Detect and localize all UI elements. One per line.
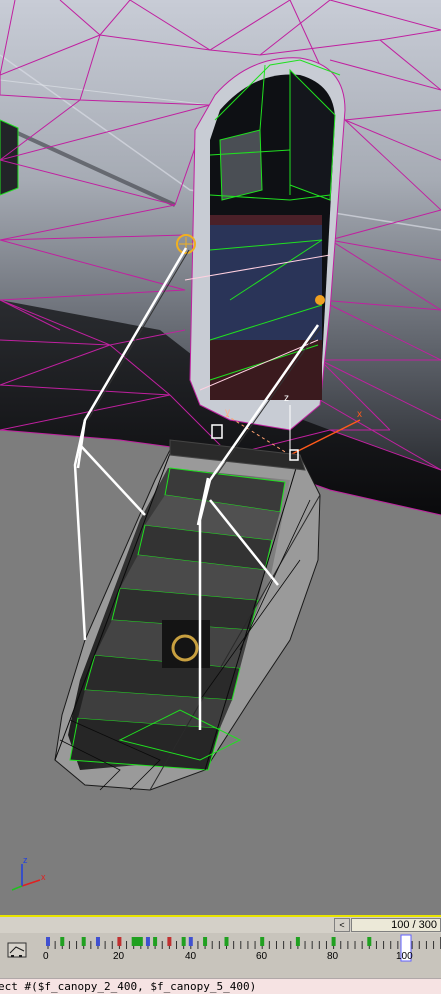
track-bar[interactable]: 0 20 40 60 80 100 [0, 933, 441, 978]
animation-key[interactable] [260, 937, 265, 946]
stairs-mesh[interactable] [54, 424, 321, 791]
door-opening [189, 57, 346, 431]
animation-key[interactable] [153, 937, 158, 946]
time-slider[interactable]: < 100 / 300 [0, 915, 441, 933]
animation-key[interactable] [224, 937, 229, 946]
animation-key[interactable] [167, 937, 172, 946]
gizmo-z-label: z [284, 393, 289, 404]
track-bar-ticks [47, 937, 441, 949]
maxscript-listener-text[interactable]: ect #($f_canopy_2_400, $f_canopy_5_400) [0, 980, 256, 993]
animation-key[interactable] [145, 937, 150, 946]
tripod-x-label: x [41, 872, 46, 882]
gizmo-x-label: x [357, 409, 362, 420]
tick-label-60: 60 [256, 951, 268, 962]
maxscript-listener-bar[interactable]: ect #($f_canopy_2_400, $f_canopy_5_400) [0, 978, 441, 994]
animation-key[interactable] [46, 937, 50, 946]
animation-key[interactable] [81, 937, 86, 946]
tripod-z-label: z [23, 855, 28, 865]
animation-key[interactable] [181, 937, 186, 946]
tick-label-0: 0 [43, 951, 49, 962]
tick-label-100: 100 [396, 951, 413, 962]
perspective-viewport[interactable]: x y z x z [0, 0, 441, 915]
track-bar-ruler[interactable]: 0 20 40 60 80 100 [0, 933, 441, 978]
animation-key[interactable] [367, 937, 372, 946]
animation-key[interactable] [95, 937, 100, 946]
tick-label-20: 20 [113, 951, 125, 962]
time-slider-prev-button[interactable]: < [334, 918, 350, 932]
animation-key[interactable] [117, 937, 122, 946]
track-bar-keys[interactable] [46, 937, 407, 946]
tick-label-40: 40 [185, 951, 197, 962]
animation-key[interactable] [138, 937, 143, 946]
animation-key[interactable] [188, 937, 193, 946]
axis-tripod: x z [11, 855, 46, 891]
animation-key[interactable] [331, 937, 336, 946]
animation-key[interactable] [295, 937, 300, 946]
tick-label-80: 80 [327, 951, 339, 962]
pivot-helper-right[interactable] [315, 295, 325, 305]
gizmo-y-label: y [225, 407, 230, 418]
scene-render: x y z x z [0, 0, 441, 891]
animation-key[interactable] [203, 937, 208, 946]
time-slider-thumb[interactable]: 100 / 300 [351, 918, 441, 932]
animation-key[interactable] [60, 937, 65, 946]
animation-key[interactable] [131, 937, 136, 946]
animation-key[interactable] [135, 937, 140, 946]
